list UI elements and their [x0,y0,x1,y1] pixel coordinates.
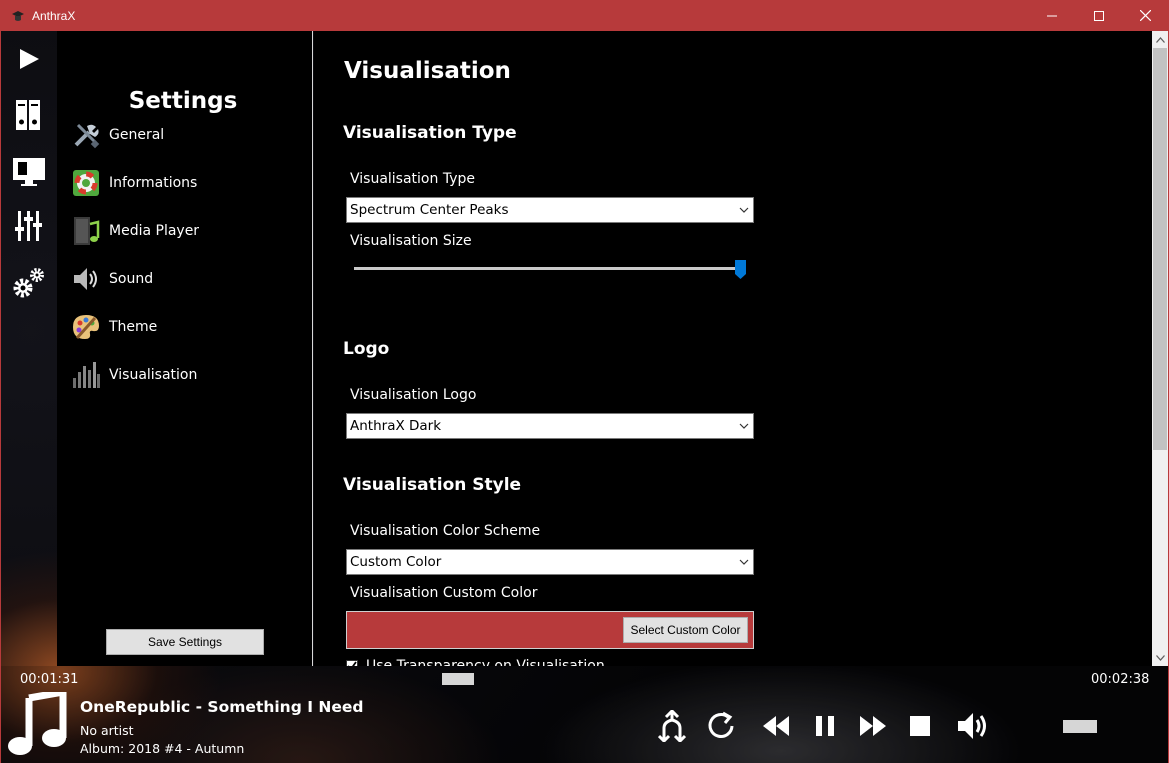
nav-item-theme[interactable]: Theme [71,310,301,344]
visualisation-logo-label: Visualisation Logo [350,387,477,403]
player-bar: 00:01:31 00:02:38 OneRepublic - Somethin… [1,666,1168,763]
select-value: Spectrum Center Peaks [350,202,509,218]
equalizer-button[interactable] [11,208,47,244]
total-duration: 00:02:38 [1091,672,1150,687]
maximize-button[interactable] [1076,0,1122,31]
nav-item-label: General [109,127,165,143]
play-icon [20,49,39,69]
app-logo-icon [12,10,24,21]
select-value: AnthraX Dark [350,418,442,434]
chevron-down-icon [739,207,749,213]
chevron-down-icon [739,423,749,429]
stop-button[interactable] [902,708,938,744]
close-button[interactable] [1122,0,1168,31]
volume-slider-thumb[interactable] [1063,720,1097,733]
visualisation-type-label: Visualisation Type [350,171,475,187]
nav-item-general[interactable]: General [71,118,301,152]
settings-icon [13,268,44,298]
next-button[interactable] [855,708,891,744]
mute-button[interactable] [956,708,992,744]
custom-color-label: Visualisation Custom Color [350,585,538,601]
visualisation-size-slider-thumb[interactable] [735,260,746,279]
scrollbar-thumb[interactable] [1153,48,1167,450]
visualisation-size-slider-track[interactable] [354,267,740,270]
music-note-icon [8,692,67,755]
shuffle-button[interactable] [654,708,690,744]
icon-rail [1,31,57,666]
nav-item-label: Visualisation [109,367,198,383]
pause-icon [816,716,834,736]
settings-content: Visualisation Visualisation Type Visuali… [314,31,1152,666]
fast-forward-icon [860,716,886,736]
visualisation-type-select[interactable]: Spectrum Center Peaks [346,197,754,223]
chevron-down-icon [739,559,749,565]
library-button[interactable] [11,97,47,133]
nav-item-label: Informations [109,175,198,191]
maximize-icon [1094,10,1104,21]
repeat-icon [708,711,734,738]
scroll-up-button[interactable] [1152,31,1168,48]
visualisation-logo-select[interactable]: AnthraX Dark [346,413,754,439]
nav-item-visualisation[interactable]: Visualisation [71,358,301,392]
chevron-down-icon [1155,654,1165,661]
scroll-down-button[interactable] [1152,649,1168,666]
pause-button[interactable] [807,708,843,744]
tools-icon [71,120,101,150]
select-custom-color-button[interactable]: Select Custom Color [623,617,748,643]
transparency-checkbox-row[interactable]: Use Transparency on Visualisation [346,658,605,666]
palette-icon [71,312,101,342]
section-heading-logo: Logo [343,339,390,359]
select-value: Custom Color [350,554,442,570]
settings-button[interactable] [11,265,47,301]
nav-item-media-player[interactable]: Media Player [71,214,301,248]
nav-title: Settings [128,88,238,114]
nav-item-label: Sound [109,271,154,287]
transparency-label: Use Transparency on Visualisation [366,658,605,666]
repeat-button[interactable] [703,708,739,744]
stop-icon [910,716,930,736]
section-heading-style: Visualisation Style [343,475,522,495]
section-heading-type: Visualisation Type [343,123,517,143]
track-album: Album: 2018 #4 - Autumn [80,741,245,756]
page-title: Visualisation [344,58,511,84]
elapsed-time: 00:01:31 [20,672,79,687]
nav-item-label: Media Player [109,223,200,239]
track-title: OneRepublic - Something I Need [80,698,364,716]
color-scheme-select[interactable]: Custom Color [346,549,754,575]
speaker-icon [71,264,101,294]
rewind-icon [763,716,789,736]
track-artist: No artist [80,723,134,738]
play-view-button[interactable] [11,41,47,77]
settings-nav: Settings General Informations Media Play… [57,31,313,666]
chevron-up-icon [1155,36,1165,43]
monitor-icon [13,158,45,186]
bars-icon [71,360,101,390]
equalizer-icon [15,211,42,241]
volume-icon [958,713,986,739]
shuffle-icon [658,710,686,742]
custom-color-swatch: Select Custom Color [346,611,754,649]
nav-item-label: Theme [109,319,158,335]
content-scrollbar[interactable] [1152,31,1168,666]
lifebuoy-icon [71,168,101,198]
seek-slider-thumb[interactable] [442,673,474,685]
minimize-button[interactable] [1029,0,1075,31]
nav-item-informations[interactable]: Informations [71,166,301,200]
title-bar: AnthraX [0,0,1169,31]
library-icon [16,100,40,130]
nav-item-sound[interactable]: Sound [71,262,301,296]
previous-button[interactable] [758,708,794,744]
monitor-button[interactable] [11,153,47,189]
window-title: AnthraX [32,8,76,23]
save-settings-button[interactable]: Save Settings [106,629,264,655]
color-scheme-label: Visualisation Color Scheme [350,523,541,539]
minimize-icon [1047,15,1057,16]
close-icon [1139,10,1151,21]
visualisation-size-label: Visualisation Size [350,233,472,249]
media-player-icon [71,216,101,246]
